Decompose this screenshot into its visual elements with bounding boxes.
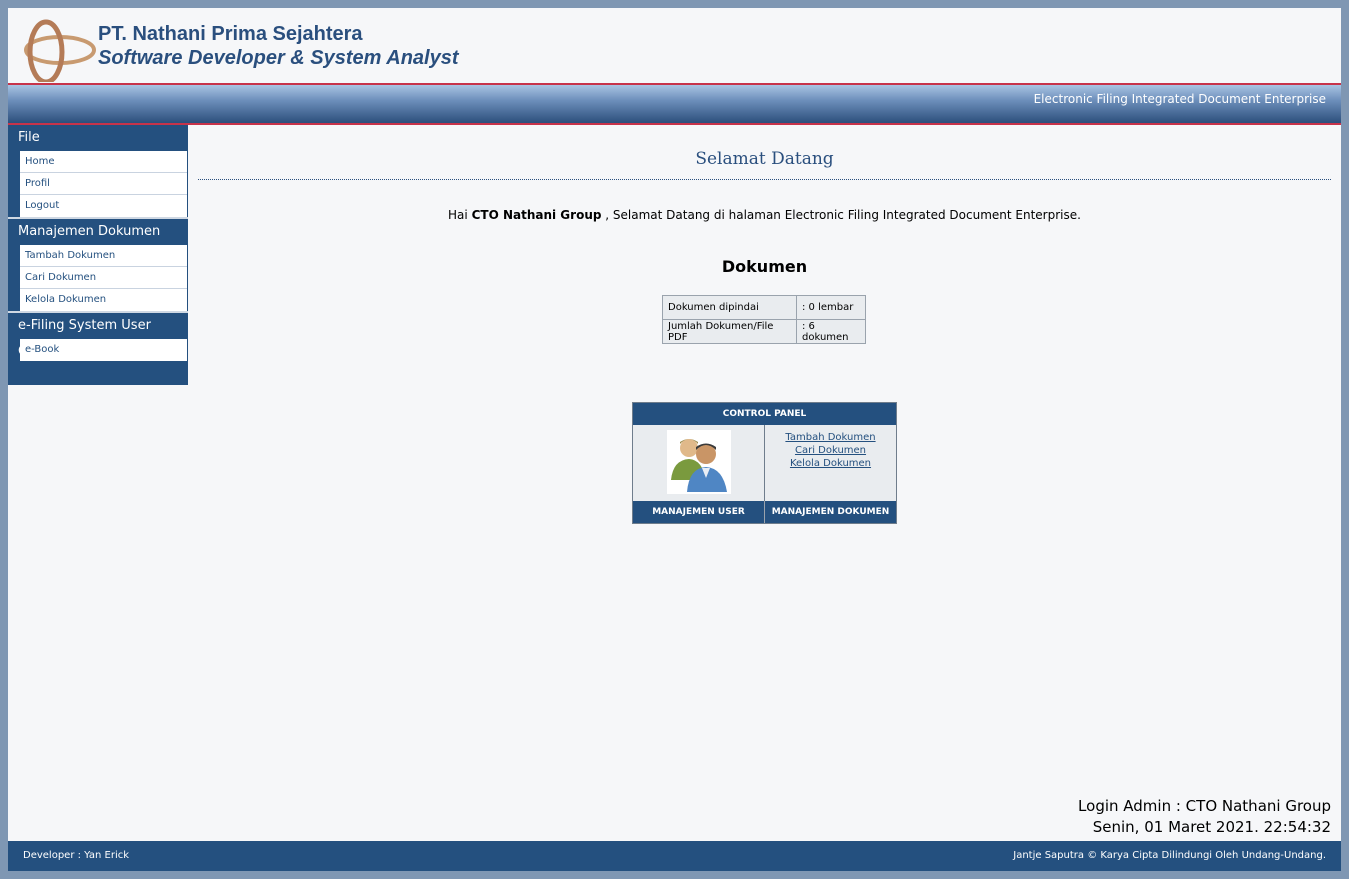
greeting-suffix: , Selamat Datang di halaman Electronic F… [605,208,1081,222]
control-panel: CONTROL PANEL Tambah Dokumen Cari Dokume… [632,402,897,524]
doc-value-scanned: : 0 lembar [796,295,866,320]
doc-label-pdf: Jumlah Dokumen/File PDF [662,319,797,344]
doc-heading: Dokumen [721,257,808,276]
ring-logo-icon [24,19,96,82]
login-info: Login Admin : CTO Nathani Group Senin, 0… [1078,796,1331,838]
link-kelola-dokumen[interactable]: Kelola Dokumen [765,457,896,470]
control-panel-user-cell [633,425,765,501]
manajemen-dokumen-label[interactable]: MANAJEMEN DOKUMEN [765,501,896,523]
greeting: Hai CTO Nathani Group , Selamat Datang d… [198,208,1331,222]
menu-group-user-guide: e-Filing System User Guide e-Book [8,313,188,361]
link-cari-dokumen[interactable]: Cari Dokumen [765,444,896,457]
control-panel-title: CONTROL PANEL [633,403,896,425]
doc-table: Dokumen dipindai : 0 lembar Jumlah Dokum… [662,295,866,344]
footer: Developer : Yan Erick Jantje Saputra © K… [8,841,1341,871]
header: PT. Nathani Prima Sejahtera Software Dev… [8,8,1341,83]
menu-group-file: File Home Profil Logout [8,125,188,219]
users-icon[interactable] [667,430,731,494]
footer-copyright: Jantje Saputra © Karya Cipta Dilindungi … [1013,850,1326,861]
menu-header-file: File [18,130,40,145]
doc-value-pdf: : 6 dokumen [796,319,866,344]
sidebar-item-tambah-dokumen[interactable]: Tambah Dokumen [20,245,187,267]
sidebar-item-logout[interactable]: Logout [20,195,187,217]
company-tagline: Software Developer & System Analyst [98,47,459,69]
company-name: PT. Nathani Prima Sejahtera [98,23,363,45]
page-frame: PT. Nathani Prima Sejahtera Software Dev… [8,8,1341,871]
page-title: Selamat Datang [695,149,834,169]
sidebar-item-kelola-dokumen[interactable]: Kelola Dokumen [20,289,187,311]
control-panel-doc-cell: Tambah Dokumen Cari Dokumen Kelola Dokum… [765,425,896,501]
greeting-name: CTO Nathani Group [471,208,602,222]
control-panel-footer: MANAJEMEN USER MANAJEMEN DOKUMEN [633,501,896,523]
sidebar-item-cari-dokumen[interactable]: Cari Dokumen [20,267,187,289]
banner-text: Electronic Filing Integrated Document En… [1033,92,1326,106]
login-admin-text: Login Admin : CTO Nathani Group [1078,797,1331,815]
table-row: Dokumen dipindai : 0 lembar [662,295,866,320]
table-row: Jumlah Dokumen/File PDF : 6 dokumen [662,319,866,344]
login-datetime: Senin, 01 Maret 2021. 22:54:32 [1092,818,1331,836]
greeting-prefix: Hai [448,208,468,222]
title-divider [198,179,1331,180]
menu-header-user-guide: e-Filing System User Guide [18,318,151,359]
main-content: Selamat Datang Hai CTO Nathani Group , S… [198,125,1331,825]
menu-header-manajemen-dokumen: Manajemen Dokumen [18,224,161,239]
manajemen-user-label[interactable]: MANAJEMEN USER [633,501,765,523]
banner: Electronic Filing Integrated Document En… [8,83,1341,125]
doc-label-scanned: Dokumen dipindai [662,295,797,320]
menu-group-manajemen-dokumen: Manajemen Dokumen Tambah Dokumen Cari Do… [8,219,188,313]
control-panel-links: Tambah Dokumen Cari Dokumen Kelola Dokum… [765,425,896,470]
sidebar-item-profil[interactable]: Profil [20,173,187,195]
footer-developer: Developer : Yan Erick [23,850,130,861]
link-tambah-dokumen[interactable]: Tambah Dokumen [765,431,896,444]
control-panel-body: Tambah Dokumen Cari Dokumen Kelola Dokum… [633,425,896,501]
sidebar-item-ebook[interactable]: e-Book [20,339,187,361]
sidebar: File Home Profil Logout Manajemen Dokume… [8,125,188,385]
sidebar-item-home[interactable]: Home [20,151,187,173]
